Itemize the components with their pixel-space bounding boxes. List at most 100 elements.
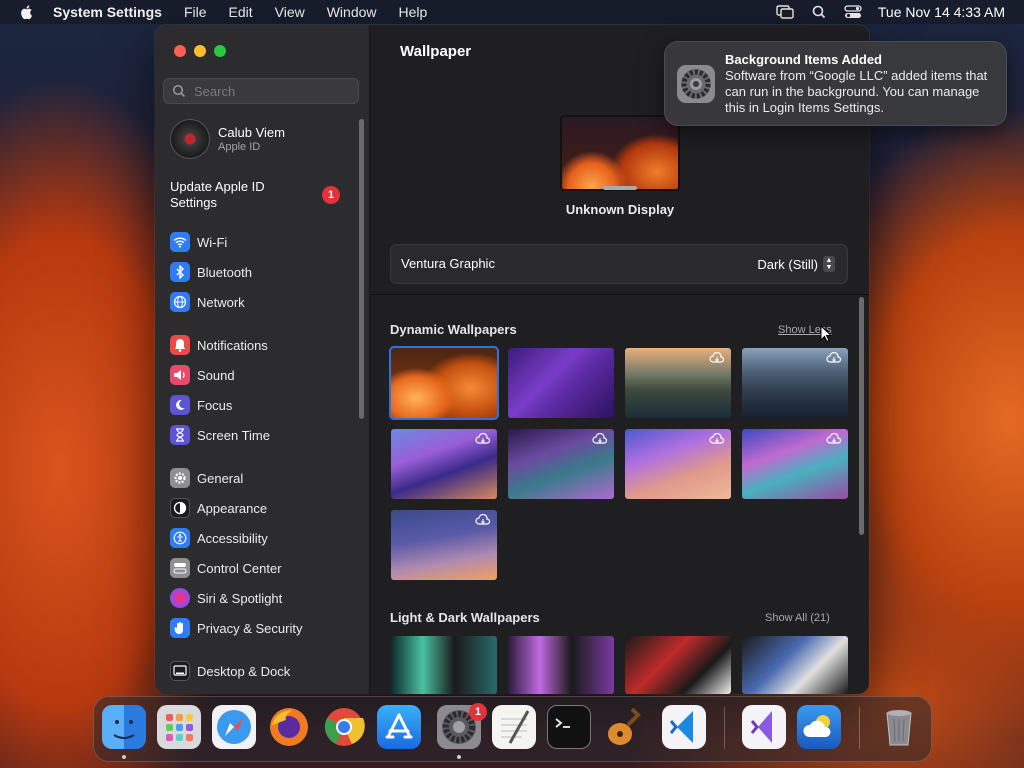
notification-banner[interactable]: Background Items Added Software from “Go…	[664, 41, 1007, 126]
cloud-download-icon	[475, 514, 491, 525]
minimize-button[interactable]	[194, 45, 206, 57]
wallpaper-tile-big-sur-3[interactable]	[625, 429, 731, 499]
update-apple-id-item[interactable]: Update Apple ID Settings 1	[170, 179, 340, 211]
update-label: Update Apple ID Settings	[170, 179, 265, 210]
cloud-download-icon	[475, 433, 491, 444]
sidebar-item-screen-time[interactable]: Screen Time	[170, 423, 355, 447]
sidebar-item-sound[interactable]: Sound	[170, 363, 355, 387]
sidebar: Calub Viem Apple ID Update Apple ID Sett…	[155, 25, 370, 694]
wallpaper-tile-imac-blue[interactable]	[742, 636, 848, 694]
sidebar-item-desktop-dock[interactable]: Desktop & Dock	[170, 659, 355, 683]
wallpaper-tile-imac-red[interactable]	[625, 636, 731, 694]
divider	[370, 294, 869, 295]
chrome-icon[interactable]	[322, 705, 366, 749]
sidebar-item-bluetooth[interactable]: Bluetooth	[170, 260, 355, 284]
siri-icon	[170, 588, 190, 608]
terminal-icon[interactable]	[547, 705, 591, 749]
wallpaper-tile-big-sur-graphic[interactable]	[391, 510, 497, 580]
control-center-icon[interactable]	[844, 5, 862, 19]
bell-icon	[170, 335, 190, 355]
wallpaper-tile-catalina-evening[interactable]	[742, 348, 848, 418]
wifi-icon	[170, 232, 190, 252]
zoom-button[interactable]	[214, 45, 226, 57]
trash-icon[interactable]	[877, 705, 921, 749]
sidebar-item-label: Notifications	[197, 337, 268, 353]
finder-icon[interactable]	[102, 705, 146, 749]
screen-mirroring-icon[interactable]	[776, 5, 794, 19]
running-indicator	[122, 755, 126, 759]
wallpaper-tile-big-sur-1[interactable]	[391, 429, 497, 499]
running-indicator	[457, 755, 461, 759]
show-all-link[interactable]: Show All (21)	[765, 612, 830, 624]
apple-id-account[interactable]: Calub Viem Apple ID	[170, 119, 360, 159]
sidebar-scrollbar[interactable]	[359, 119, 364, 419]
close-button[interactable]	[174, 45, 186, 57]
weather-icon[interactable]	[797, 705, 841, 749]
textedit-icon[interactable]	[492, 705, 536, 749]
sidebar-item-label: Screen Time	[197, 427, 270, 443]
window-controls	[174, 45, 234, 57]
sidebar-item-label: Accessibility	[197, 530, 268, 546]
visual-studio-icon[interactable]	[742, 705, 786, 749]
account-subtitle: Apple ID	[218, 141, 261, 153]
menu-edit[interactable]: Edit	[229, 4, 253, 20]
wallpaper-tile-ventura[interactable]	[389, 346, 499, 420]
wallpaper-name: Ventura Graphic	[401, 256, 495, 271]
sidebar-item-network[interactable]: Network	[170, 290, 355, 314]
sidebar-item-accessibility[interactable]: Accessibility	[170, 526, 355, 550]
avatar	[170, 119, 210, 159]
sidebar-item-label: Appearance	[197, 500, 268, 516]
notification-title: Background Items Added	[725, 52, 882, 67]
accessibility-icon	[170, 528, 190, 548]
apple-menu-icon[interactable]	[19, 4, 35, 20]
sidebar-item-wifi[interactable]: Wi-Fi	[170, 230, 355, 254]
garageband-icon[interactable]	[602, 705, 646, 749]
menu-help[interactable]: Help	[399, 4, 428, 20]
wallpaper-tile-monterey[interactable]	[508, 348, 614, 418]
page-title: Wallpaper	[400, 43, 472, 60]
sidebar-item-label: Privacy & Security	[197, 620, 303, 636]
dock-separator	[724, 707, 725, 749]
display-name: Unknown Display	[565, 202, 675, 217]
appearance-popup[interactable]: Dark (Still) ▲ ▼	[757, 256, 835, 272]
settings-badge: 1	[469, 703, 487, 721]
launchpad-icon[interactable]	[157, 705, 201, 749]
content-scrollbar[interactable]	[859, 297, 864, 535]
sidebar-item-privacy-security[interactable]: Privacy & Security	[170, 616, 355, 640]
cloud-download-icon	[709, 352, 725, 363]
menu-app-name[interactable]: System Settings	[53, 4, 162, 20]
firefox-icon[interactable]	[267, 705, 311, 749]
wallpaper-tile-big-sur-4[interactable]	[742, 429, 848, 499]
menu-view[interactable]: View	[275, 4, 305, 20]
wallpaper-tile-imac-purple[interactable]	[508, 636, 614, 694]
safari-icon[interactable]	[212, 705, 256, 749]
system-settings-gear-icon	[677, 65, 715, 103]
dynamic-wallpapers-title: Dynamic Wallpapers	[390, 322, 517, 337]
menu-clock[interactable]: Tue Nov 14 4:33 AM	[878, 4, 1005, 20]
search-field[interactable]	[163, 78, 359, 104]
cloud-download-icon	[709, 433, 725, 444]
appearance-icon	[170, 498, 190, 518]
sidebar-item-notifications[interactable]: Notifications	[170, 333, 355, 357]
wallpaper-tile-imac-green[interactable]	[391, 636, 497, 694]
menu-window[interactable]: Window	[327, 4, 377, 20]
wallpaper-selector-row: Ventura Graphic Dark (Still) ▲ ▼	[390, 244, 848, 284]
sidebar-item-siri-spotlight[interactable]: Siri & Spotlight	[170, 586, 355, 610]
menu-file[interactable]: File	[184, 4, 207, 20]
sidebar-item-focus[interactable]: Focus	[170, 393, 355, 417]
wallpaper-tile-catalina-day[interactable]	[625, 348, 731, 418]
search-input[interactable]	[192, 82, 346, 100]
spotlight-search-icon[interactable]	[810, 5, 828, 19]
vscode-icon[interactable]	[662, 705, 706, 749]
search-icon	[172, 84, 186, 98]
update-badge: 1	[322, 186, 340, 204]
notification-body: Software from “Google LLC” added items t…	[725, 68, 988, 115]
hourglass-icon	[170, 425, 190, 445]
sidebar-item-general[interactable]: General	[170, 466, 355, 490]
app-store-icon[interactable]	[377, 705, 421, 749]
wallpaper-tile-big-sur-2[interactable]	[508, 429, 614, 499]
sidebar-item-appearance[interactable]: Appearance	[170, 496, 355, 520]
sidebar-item-control-center[interactable]: Control Center	[170, 556, 355, 580]
sidebar-item-label: Bluetooth	[197, 264, 252, 280]
sidebar-item-label: Sound	[197, 367, 235, 383]
